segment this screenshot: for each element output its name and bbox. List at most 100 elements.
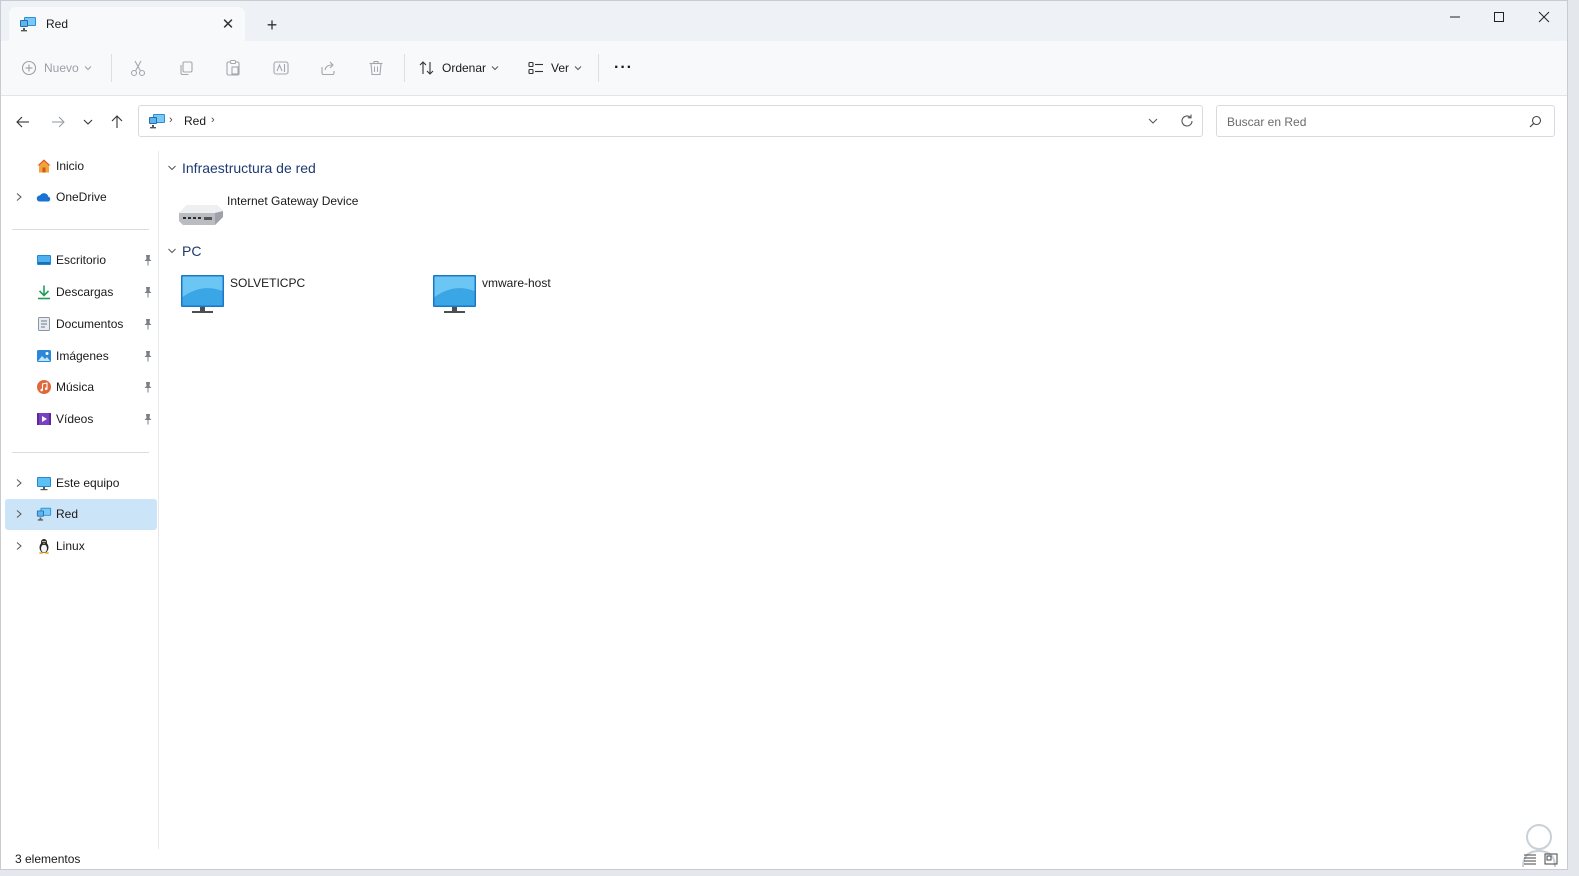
address-bar[interactable]: › Red › <box>138 105 1203 137</box>
group-title: Infraestructura de red <box>182 160 316 176</box>
sidebar-item-linux[interactable]: Linux <box>5 531 157 562</box>
cut-button[interactable] <box>129 53 147 83</box>
sidebar-item-musica[interactable]: Música <box>5 372 157 403</box>
sidebar-divider <box>158 151 159 849</box>
linux-icon <box>39 539 49 554</box>
item-internet-gateway-device[interactable]: Internet Gateway Device <box>177 193 417 237</box>
sidebar-item-label: Música <box>56 380 95 394</box>
file-explorer-window: Red ✕ + Nuevo Ordenar Ver ··· › Red › Bu… <box>0 0 1568 870</box>
delete-button[interactable] <box>367 53 385 83</box>
chevron-down-icon[interactable] <box>1147 115 1159 127</box>
close-icon <box>1538 11 1550 23</box>
view-icon <box>528 61 543 75</box>
router-icon <box>179 205 223 225</box>
chevron-down-icon <box>83 119 93 125</box>
share-button[interactable] <box>319 53 337 83</box>
group-header-pc[interactable]: PC <box>167 241 201 261</box>
sidebar-item-label: Este equipo <box>56 476 120 490</box>
group-header-infraestructura[interactable]: Infraestructura de red <box>167 158 316 178</box>
arrow-up-icon <box>111 115 123 128</box>
rename-icon <box>273 61 289 75</box>
details-view-icon[interactable] <box>1523 852 1537 866</box>
pin-icon[interactable] <box>143 286 153 298</box>
arrow-right-icon <box>52 116 65 128</box>
view-button-label: Ver <box>551 61 570 75</box>
command-bar: Nuevo Ordenar Ver ··· <box>1 41 1567 96</box>
item-label: SOLVETICPC <box>230 276 306 290</box>
chevron-right-icon[interactable] <box>14 478 24 488</box>
sidebar-item-label: Documentos <box>56 317 124 331</box>
group-title: PC <box>182 243 202 259</box>
rename-button[interactable] <box>272 53 290 83</box>
search-box[interactable] <box>1216 105 1555 137</box>
content-pane: Infraestructura de red Internet Gateway … <box>161 151 1561 851</box>
status-bar: 3 elementos <box>1 849 1567 869</box>
share-icon <box>321 61 335 76</box>
chevron-down-icon <box>168 165 176 171</box>
new-button-label: Nuevo <box>44 61 79 75</box>
new-button[interactable]: Nuevo <box>21 53 92 83</box>
chevron-right-icon[interactable] <box>14 541 24 551</box>
copy-icon <box>180 61 193 76</box>
breadcrumb-separator[interactable]: › <box>211 114 215 126</box>
downloads-icon <box>38 285 50 300</box>
close-window-button[interactable] <box>1522 5 1566 29</box>
title-bar: Red ✕ + <box>1 1 1567 41</box>
more-options-button[interactable]: ··· <box>614 53 633 83</box>
tiles-view-icon[interactable] <box>1544 852 1558 866</box>
pin-icon[interactable] <box>143 350 153 362</box>
sort-button[interactable]: Ordenar <box>418 53 499 83</box>
minimize-button[interactable] <box>1433 5 1477 29</box>
up-button[interactable] <box>105 111 129 133</box>
item-label: Internet Gateway Device <box>227 194 359 208</box>
sidebar-item-red[interactable]: Red <box>5 499 157 530</box>
search-icon[interactable] <box>1529 115 1542 128</box>
new-tab-button[interactable]: + <box>259 13 285 37</box>
sidebar-item-label: Escritorio <box>56 253 107 267</box>
item-vmware-host[interactable]: vmware-host <box>432 275 672 319</box>
maximize-button[interactable] <box>1477 5 1521 29</box>
pin-icon[interactable] <box>143 413 153 425</box>
tab-red[interactable]: Red ✕ <box>9 7 245 41</box>
sidebar-item-documentos[interactable]: Documentos <box>5 309 157 340</box>
search-input[interactable] <box>1225 112 1519 132</box>
refresh-icon[interactable] <box>1179 113 1195 129</box>
back-button[interactable] <box>11 111 35 133</box>
view-button[interactable]: Ver <box>527 53 582 83</box>
sidebar-separator <box>12 229 149 230</box>
window-shadow-bottom <box>0 870 1579 876</box>
pin-icon[interactable] <box>143 381 153 393</box>
onedrive-icon <box>36 193 51 202</box>
sidebar-item-descargas[interactable]: Descargas <box>5 277 157 308</box>
forward-button[interactable] <box>46 111 70 133</box>
copy-button[interactable] <box>177 53 195 83</box>
item-solveticpc[interactable]: SOLVETICPC <box>180 275 420 319</box>
monitor-icon <box>433 275 476 313</box>
cut-icon <box>130 60 146 77</box>
breadcrumb-red[interactable]: Red <box>184 114 206 128</box>
chevron-right-icon[interactable] <box>14 192 24 202</box>
sidebar-item-label: OneDrive <box>56 190 107 204</box>
paste-button[interactable] <box>224 53 242 83</box>
pin-icon[interactable] <box>143 318 153 330</box>
sidebar-item-inicio[interactable]: Inicio <box>5 151 157 182</box>
sort-icon <box>419 61 434 75</box>
sidebar-item-imagenes[interactable]: Imágenes <box>5 341 157 372</box>
videos-icon <box>37 413 51 425</box>
toolbar-separator <box>111 54 112 82</box>
sidebar-item-escritorio[interactable]: Escritorio <box>5 245 157 276</box>
paste-icon <box>226 59 240 76</box>
pin-icon[interactable] <box>143 254 153 266</box>
home-icon <box>37 159 51 173</box>
sidebar-item-onedrive[interactable]: OneDrive <box>5 182 157 213</box>
recent-locations-button[interactable] <box>76 111 100 133</box>
close-tab-button[interactable]: ✕ <box>219 15 237 33</box>
sidebar-item-videos[interactable]: Vídeos <box>5 404 157 435</box>
breadcrumb-separator[interactable]: › <box>169 114 173 126</box>
add-circle-icon <box>21 60 37 76</box>
item-label: vmware-host <box>482 276 551 290</box>
sidebar-item-label: Imágenes <box>56 349 109 363</box>
chevron-right-icon[interactable] <box>14 509 24 519</box>
this-pc-icon <box>37 477 51 491</box>
sidebar-item-este-equipo[interactable]: Este equipo <box>5 468 157 499</box>
